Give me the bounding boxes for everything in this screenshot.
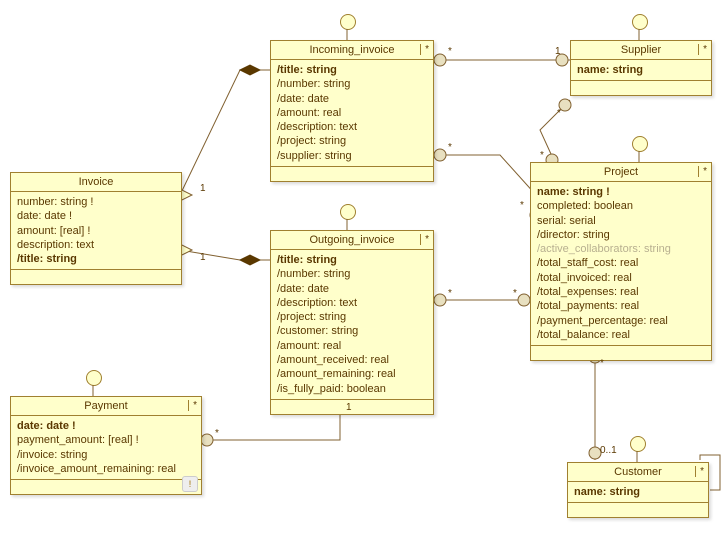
multiplicity: *	[698, 166, 707, 177]
mult-label: 1	[346, 402, 352, 413]
attr-row: completed: boolean	[537, 199, 705, 213]
attr-row: /invoice_amount_remaining: real	[17, 462, 195, 476]
attrs: date: date !payment_amount: [real] !/inv…	[11, 416, 201, 480]
attr-row: /supplier: string	[277, 149, 427, 163]
class-header: Project *	[531, 163, 711, 182]
class-project[interactable]: Project * name: string !completed: boole…	[530, 162, 712, 361]
attrs: /title: string/number: string/date: date…	[271, 60, 433, 167]
class-header: Invoice	[11, 173, 181, 192]
mult-label: *	[448, 46, 452, 57]
attr-row: name: string	[574, 485, 702, 499]
warning-icon: !	[182, 476, 198, 492]
attr-row: /total_invoiced: real	[537, 271, 705, 285]
class-outgoing-invoice[interactable]: Outgoing_invoice * /title: string/number…	[270, 230, 434, 415]
mult-label: *	[448, 142, 452, 153]
spawn-icon	[630, 436, 646, 452]
class-name: Supplier	[621, 44, 661, 56]
class-incoming-invoice[interactable]: Incoming_invoice * /title: string/number…	[270, 40, 434, 182]
attr-row: /amount: real	[277, 339, 427, 353]
multiplicity: *	[420, 234, 429, 245]
spawn-icon	[86, 370, 102, 386]
attr-row: number: string !	[17, 195, 175, 209]
multiplicity: *	[695, 466, 704, 477]
multiplicity: *	[188, 400, 197, 411]
attr-row: /project: string	[277, 134, 427, 148]
class-name: Customer	[614, 466, 662, 478]
mult-label: *	[540, 150, 544, 161]
spawn-icon	[632, 14, 648, 30]
attr-row: description: text	[17, 238, 175, 252]
attr-row: /project: string	[277, 310, 427, 324]
attr-row: /description: text	[277, 296, 427, 310]
mult-label: *	[600, 358, 604, 369]
class-payment[interactable]: Payment * date: date !payment_amount: [r…	[10, 396, 202, 495]
attr-row: amount: [real] !	[17, 224, 175, 238]
attr-row: /title: string	[277, 63, 427, 77]
attr-row: /number: string	[277, 267, 427, 281]
mult-label: 1	[200, 252, 206, 263]
attrs: /title: string/number: string/date: date…	[271, 250, 433, 400]
class-invoice[interactable]: Invoice number: string !date: date !amou…	[10, 172, 182, 285]
class-name: Incoming_invoice	[310, 44, 395, 56]
mult-label: *	[215, 428, 219, 439]
class-header: Supplier *	[571, 41, 711, 60]
attr-row: name: string !	[537, 185, 705, 199]
attr-row: /customer: string	[277, 324, 427, 338]
attr-row: /active_collaborators: string	[537, 242, 705, 256]
class-header: Incoming_invoice *	[271, 41, 433, 60]
attr-row: /amount: real	[277, 106, 427, 120]
mult-label: *	[557, 108, 561, 119]
attr-row: /director: string	[537, 228, 705, 242]
attr-row: /total_payments: real	[537, 299, 705, 313]
spawn-icon	[340, 204, 356, 220]
attr-row: /number: string	[277, 77, 427, 91]
class-name: Payment	[84, 400, 127, 412]
attr-row: /title: string	[17, 252, 175, 266]
spawn-icon	[340, 14, 356, 30]
mult-label: *	[520, 200, 524, 211]
attr-row: /amount_remaining: real	[277, 367, 427, 381]
class-customer[interactable]: Customer * name: string	[567, 462, 709, 518]
attr-row: /total_balance: real	[537, 328, 705, 342]
spawn-icon	[632, 136, 648, 152]
mult-label: 1	[555, 46, 561, 57]
class-header: Customer *	[568, 463, 708, 482]
attrs: name: string	[568, 482, 708, 503]
attrs: number: string !date: date !amount: [rea…	[11, 192, 181, 270]
class-supplier[interactable]: Supplier * name: string	[570, 40, 712, 96]
class-name: Project	[604, 166, 638, 178]
mult-label: 0..1	[600, 445, 617, 456]
attr-row: date: date !	[17, 209, 175, 223]
multiplicity: *	[420, 44, 429, 55]
attr-row: /invoice: string	[17, 448, 195, 462]
attr-row: /date: date	[277, 92, 427, 106]
attr-row: name: string	[577, 63, 705, 77]
attr-row: /amount_received: real	[277, 353, 427, 367]
class-header: Outgoing_invoice *	[271, 231, 433, 250]
attr-row: /total_expenses: real	[537, 285, 705, 299]
attr-row: /date: date	[277, 282, 427, 296]
class-name: Outgoing_invoice	[309, 234, 394, 246]
attr-row: date: date !	[17, 419, 195, 433]
attrs: name: string	[571, 60, 711, 81]
attrs: name: string !completed: booleanserial: …	[531, 182, 711, 346]
attr-row: serial: serial	[537, 214, 705, 228]
attr-row: /description: text	[277, 120, 427, 134]
attr-row: /is_fully_paid: boolean	[277, 382, 427, 396]
mult-label: *	[448, 288, 452, 299]
attr-row: /title: string	[277, 253, 427, 267]
attr-row: /payment_percentage: real	[537, 314, 705, 328]
class-header: Payment *	[11, 397, 201, 416]
class-name: Invoice	[79, 176, 114, 188]
attr-row: payment_amount: [real] !	[17, 433, 195, 447]
mult-label: *	[513, 288, 517, 299]
attr-row: /total_staff_cost: real	[537, 256, 705, 270]
multiplicity: *	[698, 44, 707, 55]
mult-label: 1	[200, 183, 206, 194]
